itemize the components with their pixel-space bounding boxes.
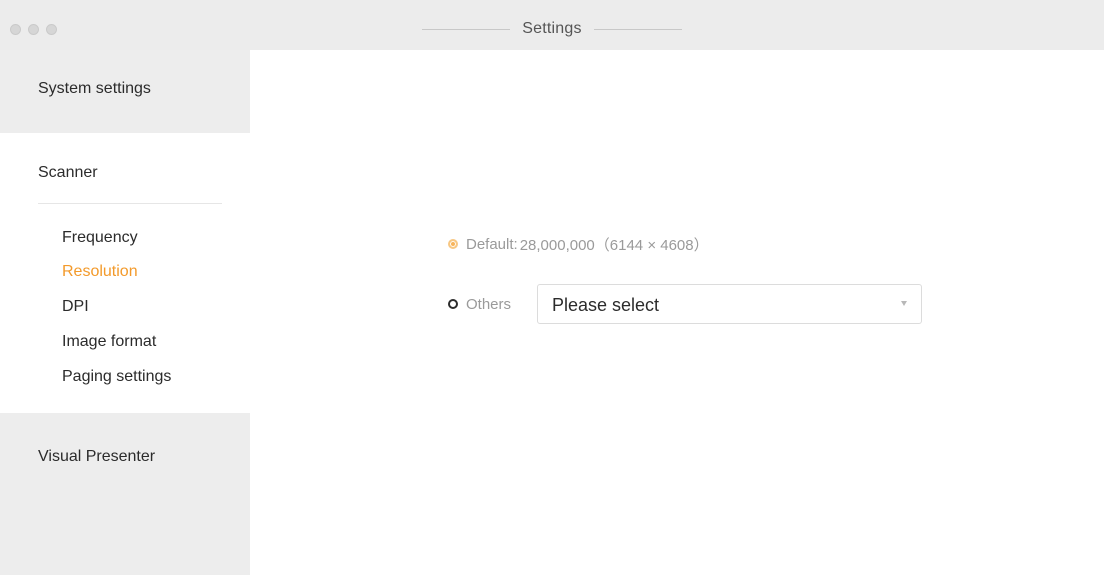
sidebar-section-scanner: Scanner Frequency Resolution DPI Image f… — [0, 133, 250, 413]
window-title-group: Settings — [0, 18, 1104, 40]
default-resolution-option[interactable]: Default: 28,000,000（6144 × 4608） — [448, 234, 709, 254]
others-resolution-option[interactable]: Others — [448, 284, 511, 324]
settings-window: Settings System settings Scanner Frequen… — [0, 0, 1104, 575]
resolution-panel: Default: 28,000,000（6144 × 4608） Others … — [250, 50, 1104, 575]
radio-checked-icon[interactable] — [448, 239, 458, 249]
others-label: Others — [466, 295, 512, 313]
sidebar-section-visual-presenter[interactable]: Visual Presenter — [0, 413, 250, 575]
sidebar-divider — [38, 203, 222, 204]
chevron-down-icon[interactable] — [901, 301, 907, 306]
title-bar[interactable]: Settings — [0, 0, 1104, 50]
radio-unchecked-icon[interactable] — [448, 299, 458, 309]
sidebar-item-frequency[interactable]: Frequency — [62, 229, 138, 247]
resolution-select[interactable]: Please select — [537, 284, 922, 324]
sidebar-item-dpi[interactable]: DPI — [62, 298, 89, 316]
title-left-divider — [422, 28, 511, 30]
sidebar-heading-scanner[interactable]: Scanner — [38, 164, 98, 182]
title-right-divider — [593, 28, 682, 30]
sidebar-item-paging-settings[interactable]: Paging settings — [62, 368, 171, 386]
sidebar-heading-visual-presenter[interactable]: Visual Presenter — [38, 448, 155, 466]
default-resolution-value: 28,000,000（6144 × 4608） — [519, 236, 709, 254]
resolution-select-value: Please select — [552, 295, 660, 315]
window-title: Settings — [522, 20, 582, 37]
sidebar-heading-system-settings[interactable]: System settings — [38, 80, 151, 98]
sidebar-item-image-format[interactable]: Image format — [62, 333, 156, 351]
sidebar: System settings Scanner Frequency Resolu… — [0, 50, 250, 575]
sidebar-item-resolution[interactable]: Resolution — [62, 263, 138, 281]
sidebar-section-system-settings[interactable]: System settings — [0, 50, 250, 133]
default-label: Default: — [466, 235, 518, 253]
